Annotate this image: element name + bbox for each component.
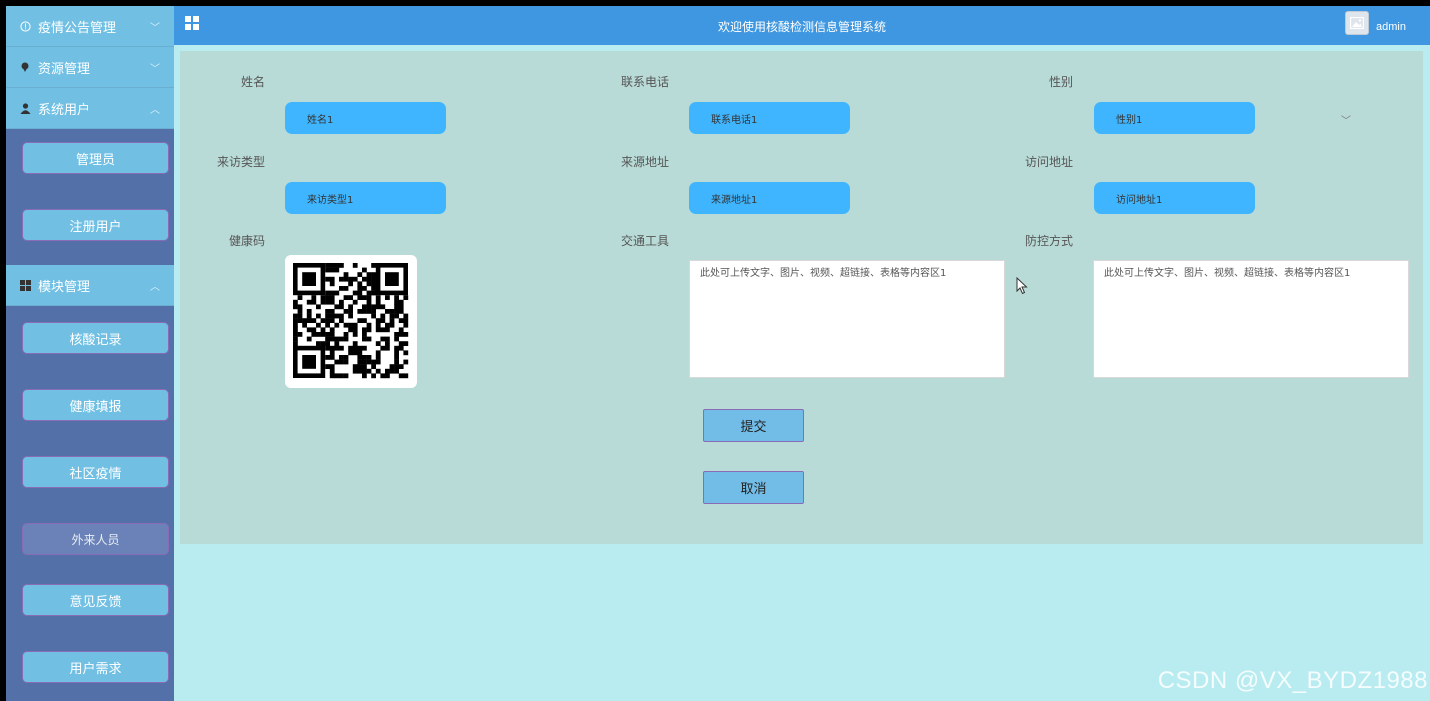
phone-label: 联系电话 (620, 75, 669, 89)
source-address-label: 来源地址 (620, 155, 669, 169)
image-icon (1350, 17, 1364, 29)
sidebar-item-visitors[interactable]: 外来人员 (22, 523, 169, 555)
username[interactable]: admin (1376, 21, 1406, 33)
name-label: 姓名 (240, 75, 265, 89)
cancel-button[interactable]: 取消 (703, 471, 804, 504)
visit-address-label: 访问地址 (1024, 155, 1073, 169)
visitor-form: 姓名 姓名1 联系电话 联系电话1 性别 性别1 ﹀ 来访类型 来访类型1 来源… (180, 51, 1423, 544)
sidebar-group-label: 模块管理 (38, 279, 91, 295)
top-header: 欢迎使用核酸检测信息管理系统 admin (174, 6, 1430, 45)
submenu-modules: 核酸记录 健康填报 社区疫情 外来人员 意见反馈 用户需求 (6, 306, 174, 701)
page-title: 欢迎使用核酸检测信息管理系统 (717, 20, 886, 34)
sidebar-item-health-report[interactable]: 健康填报 (22, 389, 169, 421)
prevention-editor[interactable]: 此处可上传文字、图片、视频、超链接、表格等内容区1 (1093, 260, 1409, 378)
sidebar-item-community-epidemic[interactable]: 社区疫情 (22, 456, 169, 488)
info-icon (18, 20, 32, 32)
health-code-image[interactable] (285, 255, 417, 388)
transport-editor[interactable]: 此处可上传文字、图片、视频、超链接、表格等内容区1 (689, 260, 1005, 378)
app-frame: 疫情公告管理 ﹀ 资源管理 ﹀ 系统用户 ︿ 管理员 注册用户 模块管理 ︿ 核… (6, 6, 1430, 701)
pin-icon (18, 62, 32, 73)
qr-code-icon (293, 263, 409, 379)
chevron-down-icon[interactable]: ﹀ (1341, 112, 1351, 127)
sidebar-group-announcements[interactable]: 疫情公告管理 ﹀ (6, 6, 174, 47)
health-code-label: 健康码 (228, 234, 265, 248)
source-address-field[interactable]: 来源地址1 (689, 182, 850, 214)
sidebar-item-feedback[interactable]: 意见反馈 (22, 584, 169, 616)
visit-address-field[interactable]: 访问地址1 (1094, 182, 1255, 214)
mouse-cursor-icon (1016, 277, 1028, 295)
visit-type-field[interactable]: 来访类型1 (285, 182, 446, 214)
phone-field[interactable]: 联系电话1 (689, 102, 850, 134)
sidebar-group-label: 资源管理 (38, 61, 91, 77)
visit-type-label: 来访类型 (216, 155, 265, 169)
prevention-label: 防控方式 (1024, 234, 1073, 248)
grid-icon (18, 279, 32, 291)
user-icon (18, 102, 32, 114)
gender-label: 性别 (1048, 75, 1073, 89)
sidebar-item-user-needs[interactable]: 用户需求 (22, 651, 169, 683)
chevron-down-icon: ﹀ (150, 23, 160, 34)
sidebar-item-nucleic-records[interactable]: 核酸记录 (22, 322, 169, 354)
sidebar-group-modules[interactable]: 模块管理 ︿ (6, 265, 174, 306)
submit-button[interactable]: 提交 (703, 409, 804, 442)
chevron-up-icon: ︿ (150, 105, 160, 116)
chevron-up-icon: ︿ (150, 282, 160, 293)
watermark: CSDN @VX_BYDZ1988 (1157, 667, 1428, 694)
sidebar-group-system-users[interactable]: 系统用户 ︿ (6, 88, 174, 129)
avatar[interactable] (1345, 11, 1369, 35)
sidebar-group-label: 系统用户 (38, 102, 91, 118)
sidebar: 疫情公告管理 ﹀ 资源管理 ﹀ 系统用户 ︿ 管理员 注册用户 模块管理 ︿ 核… (6, 6, 174, 701)
gender-select[interactable]: 性别1 (1094, 102, 1255, 134)
name-field[interactable]: 姓名1 (285, 102, 446, 134)
sidebar-group-label: 疫情公告管理 (38, 20, 117, 36)
transport-label: 交通工具 (620, 234, 669, 248)
